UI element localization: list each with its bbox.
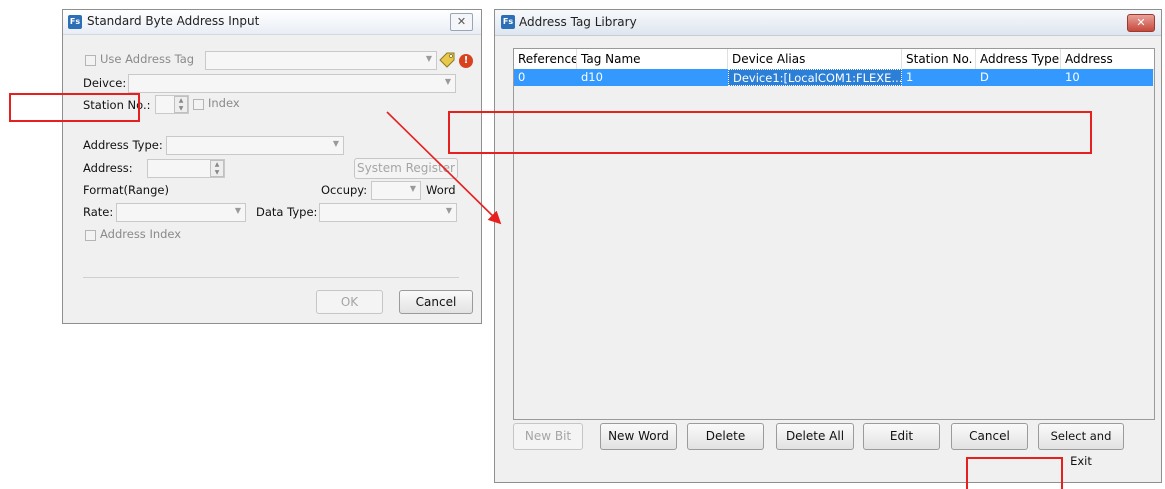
annotation-arrow [386,111,502,225]
